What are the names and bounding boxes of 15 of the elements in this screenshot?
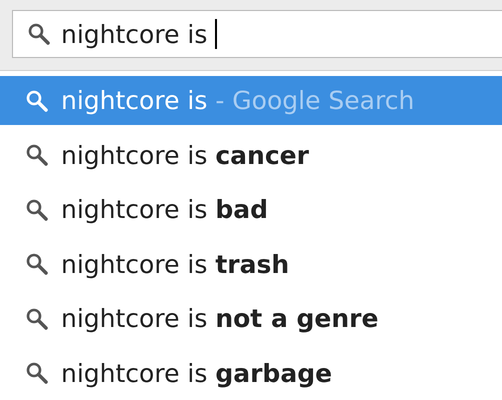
search-icon: [25, 88, 49, 112]
search-icon: [27, 22, 51, 46]
suggestion-item[interactable]: nightcore is bad: [0, 185, 502, 234]
search-icon: [25, 252, 49, 276]
text-cursor: [215, 19, 218, 49]
search-icon: [25, 361, 49, 385]
suggestion-item[interactable]: nightcore is cancer: [0, 130, 502, 180]
search-icon: [25, 198, 49, 222]
suggestion-item[interactable]: nightcore is not a genre: [0, 294, 502, 343]
suggestion-item[interactable]: nightcore is trash: [0, 240, 502, 288]
suggestion-item[interactable]: nightcore is garbage: [0, 348, 502, 398]
search-icon: [25, 306, 49, 330]
search-field[interactable]: nightcore is: [12, 10, 502, 58]
search-text: nightcore is: [61, 20, 208, 48]
search-icon: [25, 143, 49, 167]
